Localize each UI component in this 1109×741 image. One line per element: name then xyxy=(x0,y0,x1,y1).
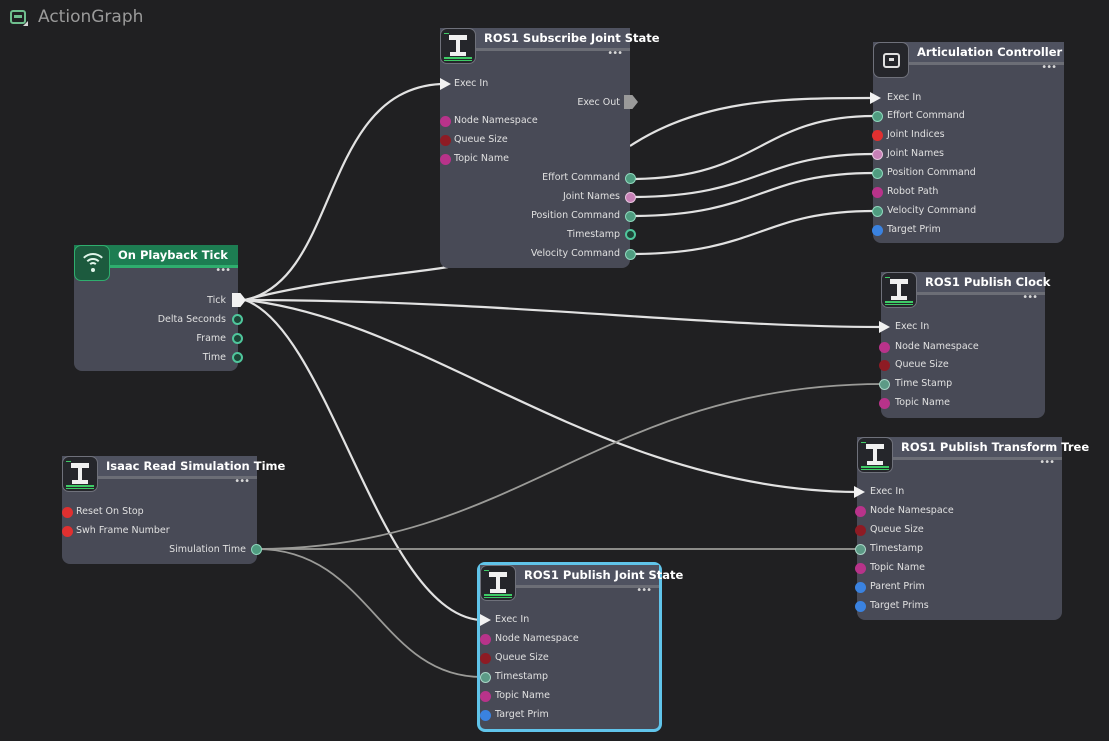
node-title: On Playback Tick xyxy=(118,248,228,262)
node-title: Articulation Controller xyxy=(917,45,1063,59)
more-dots-icon[interactable]: ••• xyxy=(234,476,250,487)
action-graph-icon xyxy=(10,8,30,26)
port-delta-seconds: Delta Seconds xyxy=(157,314,226,325)
port-queue-size: Queue Size xyxy=(495,652,549,663)
graph-header: ActionGraph xyxy=(10,5,143,29)
robot-arm-icon xyxy=(857,437,893,473)
more-dots-icon[interactable]: ••• xyxy=(1039,457,1055,468)
wire-tick-to-transform-tree xyxy=(244,298,858,494)
graph-title: ActionGraph xyxy=(38,7,144,27)
pin-simulation-time[interactable] xyxy=(251,544,262,555)
port-target-prim: Target Prim xyxy=(495,709,549,720)
more-dots-icon[interactable]: ••• xyxy=(1022,292,1038,303)
port-timestamp: Timestamp xyxy=(495,671,549,682)
port-exec-in: Exec In xyxy=(454,78,489,89)
port-exec-in: Exec In xyxy=(887,92,922,103)
wire-effort xyxy=(630,114,875,181)
port-robot-path: Robot Path xyxy=(887,186,939,197)
port-simulation-time: Simulation Time xyxy=(169,544,246,555)
port-exec-in: Exec In xyxy=(870,486,905,497)
port-frame: Frame xyxy=(196,333,226,344)
robot-arm-icon xyxy=(480,565,516,601)
wire-simtime-to-clock xyxy=(256,383,884,550)
port-topic-name: Topic Name xyxy=(454,153,509,164)
port-node-namespace: Node Namespace xyxy=(495,633,579,644)
port-topic-name: Topic Name xyxy=(870,562,925,573)
port-position-command: Position Command xyxy=(887,167,976,178)
port-joint-names: Joint Names xyxy=(563,191,620,202)
exec-out-tick[interactable] xyxy=(232,293,246,307)
wifi-icon xyxy=(74,245,110,281)
pin-effort-command[interactable] xyxy=(625,173,636,184)
wire-tick-to-subscribe-behind xyxy=(244,265,449,302)
port-position-command: Position Command xyxy=(531,210,620,221)
port-time: Time xyxy=(202,352,226,363)
port-exec-in: Exec In xyxy=(895,321,930,332)
port-joint-indices: Joint Indices xyxy=(887,129,945,140)
port-node-namespace: Node Namespace xyxy=(454,115,538,126)
pin-delta-seconds[interactable] xyxy=(232,314,243,325)
port-queue-size: Queue Size xyxy=(895,359,949,370)
port-tick: Tick xyxy=(207,295,226,306)
port-topic-name: Topic Name xyxy=(495,690,550,701)
robot-arm-icon xyxy=(881,272,917,308)
port-joint-names: Joint Names xyxy=(887,148,944,159)
port-node-namespace: Node Namespace xyxy=(870,505,954,516)
port-effort-command: Effort Command xyxy=(542,172,620,183)
node-title: ROS1 Publish Joint State xyxy=(524,568,684,582)
port-queue-size: Queue Size xyxy=(870,524,924,535)
pin-time[interactable] xyxy=(232,352,243,363)
pin-timestamp[interactable] xyxy=(625,229,636,240)
port-target-prim: Target Prim xyxy=(887,224,941,235)
port-timestamp: Timestamp xyxy=(566,229,620,240)
wire-velocity xyxy=(630,209,875,256)
robot-arm-icon xyxy=(62,456,98,492)
robot-arm-icon xyxy=(440,28,476,64)
port-effort-command: Effort Command xyxy=(887,110,965,121)
port-exec-in: Exec In xyxy=(495,614,530,625)
port-velocity-command: Velocity Command xyxy=(530,248,620,259)
more-dots-icon[interactable]: ••• xyxy=(636,585,652,596)
wire-joint-names xyxy=(630,152,875,199)
node-ros1-publish-joint-state[interactable]: ROS1 Publish Joint State ••• xyxy=(477,562,683,732)
more-dots-icon[interactable]: ••• xyxy=(607,48,623,59)
more-dots-icon[interactable]: ••• xyxy=(1041,62,1057,73)
node-title: ROS1 Subscribe Joint State xyxy=(484,31,660,45)
port-target-prims: Target Prims xyxy=(870,600,929,611)
port-exec-out: Exec Out xyxy=(577,97,620,108)
port-node-namespace: Node Namespace xyxy=(895,341,979,352)
port-reset-on-stop: Reset On Stop xyxy=(76,506,144,517)
port-parent-prim: Parent Prim xyxy=(870,581,925,592)
wire-tick-to-publish-clock xyxy=(244,298,882,329)
pin-position-command[interactable] xyxy=(625,211,636,222)
articulation-icon xyxy=(873,42,909,78)
pin-velocity-command[interactable] xyxy=(625,249,636,260)
port-velocity-command: Velocity Command xyxy=(887,205,977,216)
wire-simtime-to-joint xyxy=(256,548,483,678)
port-swh-frame-number: Swh Frame Number xyxy=(76,525,170,536)
port-timestamp: Timestamp xyxy=(870,543,924,554)
pin-frame[interactable] xyxy=(232,333,243,344)
node-title: ROS1 Publish Clock xyxy=(925,275,1051,289)
port-queue-size: Queue Size xyxy=(454,134,508,145)
node-title: Isaac Read Simulation Time xyxy=(106,459,286,473)
exec-out-subscribe[interactable] xyxy=(624,95,638,109)
pin-joint-names[interactable] xyxy=(625,192,636,203)
wire-tick-to-subscribe xyxy=(244,82,442,302)
node-title: ROS1 Publish Transform Tree xyxy=(901,440,1090,454)
port-topic-name: Topic Name xyxy=(895,397,950,408)
wire-execout-to-artic xyxy=(629,96,871,147)
wire-position xyxy=(630,171,875,218)
more-dots-icon[interactable]: ••• xyxy=(215,265,231,276)
port-time-stamp: Time Stamp xyxy=(895,378,953,389)
